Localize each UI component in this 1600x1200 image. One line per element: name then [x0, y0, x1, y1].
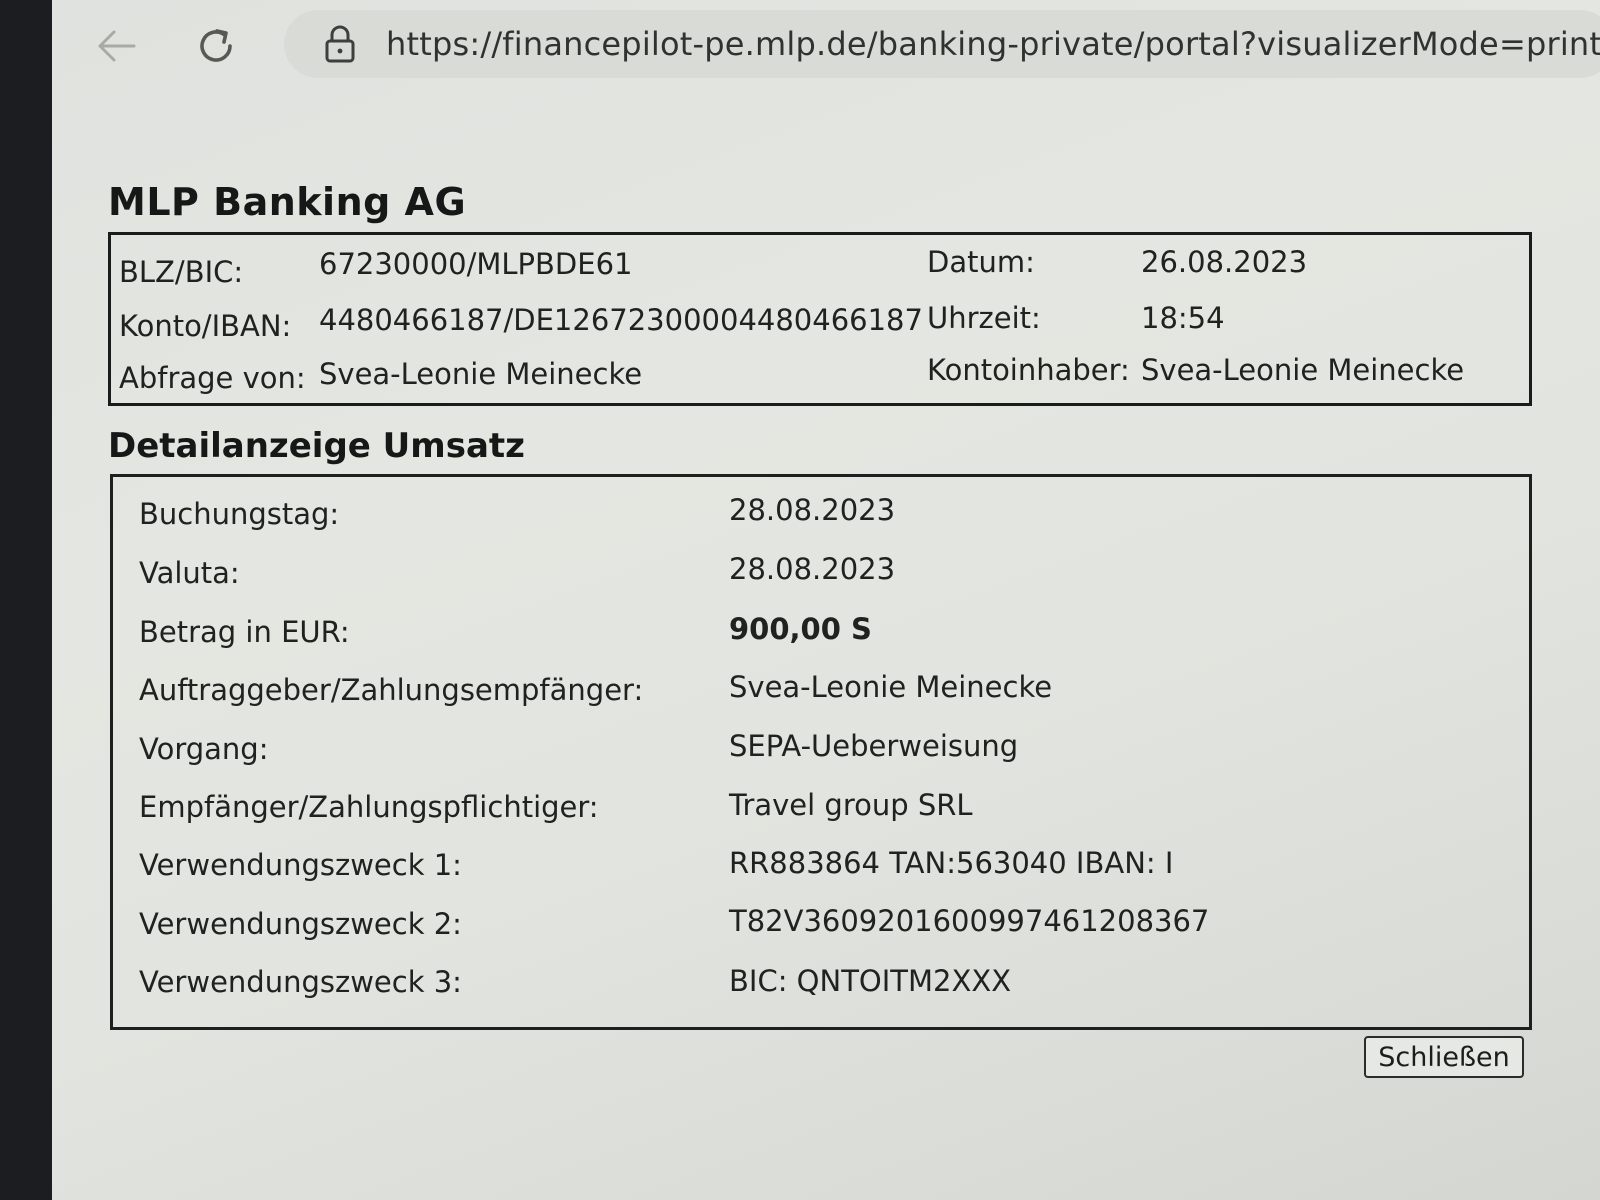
detail-value: RR883864 TAN:563040 IBAN: I — [729, 846, 1174, 880]
detail-value: 28.08.2023 — [729, 552, 896, 586]
reload-button[interactable] — [188, 18, 244, 74]
detail-value: T82V3609201600997461208367 — [729, 904, 1210, 938]
abfrage-value: Svea-Leonie Meinecke — [319, 357, 643, 391]
detail-label: Valuta: — [139, 556, 240, 590]
detail-row-verwendungszweck-2: Verwendungszweck 2: T82V3609201600997461… — [113, 904, 1529, 951]
detail-label: Vorgang: — [139, 732, 269, 766]
detail-label: Verwendungszweck 2: — [139, 907, 462, 941]
detail-value: Travel group SRL — [729, 788, 973, 822]
amount-value: 900,00 S — [729, 612, 872, 646]
uhrzeit-label: Uhrzeit: — [927, 301, 1041, 335]
uhrzeit-value: 18:54 — [1141, 301, 1225, 335]
detail-label: Auftraggeber/Zahlungsempfänger: — [139, 673, 644, 707]
browser-window: https://financepilot-pe.mlp.de/banking-p… — [52, 0, 1600, 1200]
detail-value: BIC: QNTOITM2XXX — [729, 964, 1012, 998]
konto-iban-value: 4480466187/DE12672300004480466187 — [319, 303, 923, 337]
abfrage-label: Abfrage von: — [119, 361, 306, 395]
kontoinhaber-value: Svea-Leonie Meinecke — [1141, 353, 1465, 387]
detail-value: Svea-Leonie Meinecke — [729, 670, 1053, 704]
kontoinhaber-label: Kontoinhaber: — [927, 353, 1130, 387]
detail-label: Verwendungszweck 3: — [139, 965, 462, 999]
detail-row-valuta: Valuta: 28.08.2023 — [113, 552, 1529, 600]
url-text[interactable]: https://financepilot-pe.mlp.de/banking-p… — [386, 25, 1600, 63]
datum-value: 26.08.2023 — [1141, 245, 1308, 279]
detail-label: Empfänger/Zahlungspflichtiger: — [139, 790, 599, 824]
konto-iban-label: Konto/IBAN: — [119, 309, 292, 343]
blz-bic-label: BLZ/BIC: — [119, 255, 244, 289]
close-button[interactable]: Schließen — [1364, 1036, 1524, 1078]
detail-label: Buchungstag: — [139, 497, 340, 531]
detail-row-auftraggeber: Auftraggeber/Zahlungsempfänger: Svea-Leo… — [113, 670, 1529, 717]
datum-label: Datum: — [927, 245, 1035, 279]
address-bar[interactable]: https://financepilot-pe.mlp.de/banking-p… — [284, 10, 1600, 78]
detail-row-vorgang: Vorgang: SEPA-Ueberweisung — [113, 729, 1529, 776]
lock-icon[interactable] — [324, 24, 356, 64]
detail-label: Verwendungszweck 1: — [139, 848, 462, 882]
detail-row-verwendungszweck-1: Verwendungszweck 1: RR883864 TAN:563040 … — [113, 846, 1529, 892]
detail-row-betrag: Betrag in EUR: 900,00 S — [113, 612, 1529, 659]
bank-name: MLP Banking AG — [108, 180, 467, 224]
section-title: Detailanzeige Umsatz — [108, 426, 525, 466]
detail-label: Betrag in EUR: — [139, 615, 350, 649]
detail-row-verwendungszweck-3: Verwendungszweck 3: BIC: QNTOITM2XXX — [113, 964, 1529, 1009]
detail-row-buchungstag: Buchungstag: 28.08.2023 — [113, 493, 1529, 541]
browser-toolbar: https://financepilot-pe.mlp.de/banking-p… — [52, 0, 1600, 92]
account-info-box: BLZ/BIC: 67230000/MLPBDE61 Datum: 26.08.… — [108, 232, 1532, 406]
detail-value: SEPA-Ueberweisung — [729, 729, 1019, 763]
detail-value: 28.08.2023 — [729, 493, 896, 527]
back-button[interactable] — [88, 18, 144, 74]
detail-row-empfaenger: Empfänger/Zahlungspflichtiger: Travel gr… — [113, 788, 1529, 834]
transaction-detail-box: Buchungstag: 28.08.2023 Valuta: 28.08.20… — [110, 474, 1532, 1030]
blz-bic-value: 67230000/MLPBDE61 — [319, 247, 633, 281]
arrow-left-icon — [98, 30, 136, 62]
reload-icon — [200, 29, 232, 62]
